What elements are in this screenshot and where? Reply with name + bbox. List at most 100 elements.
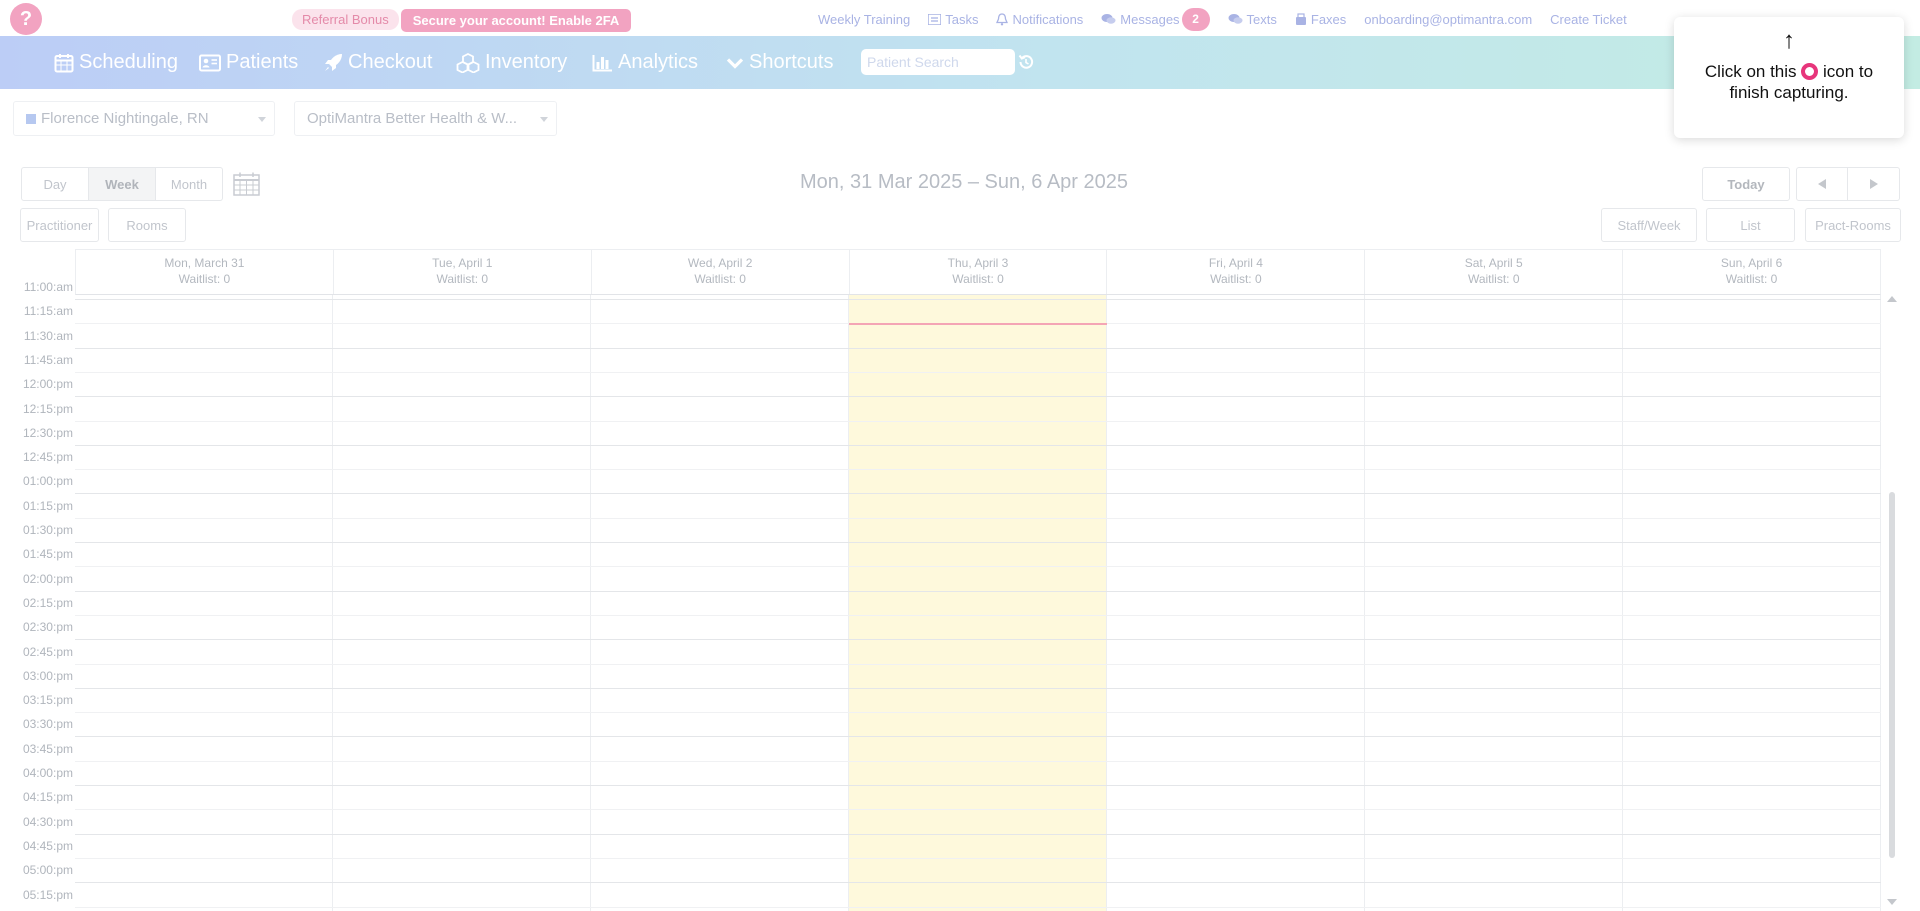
top-strip: ? Referral Bonus Secure your account! En…: [0, 0, 1920, 36]
day-column[interactable]: [591, 295, 849, 911]
account-email-link[interactable]: onboarding@optimantra.com: [1364, 12, 1532, 27]
calendar-grid[interactable]: [75, 295, 1881, 911]
nav-patients[interactable]: Patients: [199, 36, 298, 89]
day-column[interactable]: [333, 295, 591, 911]
scroll-up-icon[interactable]: [1887, 296, 1897, 302]
id-card-icon: [199, 54, 221, 71]
time-slot-line: [75, 347, 1881, 349]
nav-inventory[interactable]: Inventory: [456, 36, 567, 89]
scroll-thumb[interactable]: [1889, 492, 1895, 858]
time-slot-label: 04:15:pm: [22, 790, 73, 805]
time-slot-label: 05:00:pm: [22, 863, 73, 878]
nav-patients-label: Patients: [226, 51, 299, 73]
enable-2fa-button[interactable]: Secure your account! Enable 2FA: [401, 9, 631, 32]
time-slot-line: [75, 760, 1881, 762]
rooms-view-button[interactable]: Rooms: [108, 208, 186, 242]
account-email-label: onboarding@optimantra.com: [1364, 11, 1533, 27]
time-slot-label: 11:00:am: [23, 280, 73, 294]
messages-count-badge: 2: [1181, 7, 1210, 31]
day-header-date: Thu, April 3: [947, 256, 1009, 270]
day-header-date: Sat, April 5: [1464, 256, 1523, 270]
practitioner-select[interactable]: Florence Nightingale, RN: [13, 101, 275, 136]
tasks-link[interactable]: Tasks: [928, 12, 978, 27]
week-view-button[interactable]: Week: [89, 167, 156, 201]
practitioner-color-swatch: [26, 113, 36, 124]
pract-rooms-button[interactable]: Pract-Rooms: [1805, 208, 1901, 242]
time-slot-label: 03:30:pm: [22, 717, 73, 732]
comments-icon: [1228, 14, 1243, 24]
time-slot-line: [75, 444, 1881, 446]
time-slot-label: 04:30:pm: [22, 814, 73, 829]
create-ticket-link[interactable]: Create Ticket: [1550, 12, 1627, 27]
nav-scheduling[interactable]: Scheduling: [54, 36, 178, 89]
calendar-scrollbar[interactable]: [1887, 296, 1897, 911]
time-slot-line: [75, 833, 1881, 835]
calendar-body: 11:00:am 11:15:am 11:30:am 11:45:am 12:00:pm…: [20, 280, 1881, 911]
day-header-date: Wed, April 2: [687, 256, 753, 270]
day-header-date: Mon, March 31: [164, 256, 245, 270]
patient-search-input[interactable]: [861, 49, 1015, 75]
chevron-down-icon: [258, 117, 266, 122]
time-slot-label: 12:30:pm: [22, 425, 73, 440]
cubes-icon: [456, 52, 480, 73]
time-slot-label: 01:00:pm: [22, 474, 73, 489]
day-column[interactable]: [849, 295, 1107, 911]
faxes-link[interactable]: Faxes: [1295, 12, 1346, 27]
day-header-date: Fri, April 4: [1208, 256, 1263, 270]
nav-scheduling-label: Scheduling: [79, 51, 178, 73]
time-slot-line: [75, 590, 1881, 592]
day-header[interactable]: Fri, April 4 Waitlist: 0: [1107, 250, 1366, 294]
time-slot-line: [75, 687, 1881, 689]
day-header-waitlist: Waitlist: 0: [436, 272, 489, 286]
nav-shortcuts[interactable]: Shortcuts: [726, 36, 833, 89]
history-icon[interactable]: [1017, 53, 1035, 71]
day-header[interactable]: Wed, April 2 Waitlist: 0: [592, 250, 850, 294]
time-slot-label: 04:45:pm: [22, 838, 73, 853]
day-view-button[interactable]: Day: [21, 167, 89, 201]
practitioner-view-button[interactable]: Practitioner: [20, 208, 99, 242]
time-slot-label: 02:45:pm: [22, 644, 73, 659]
nav-checkout[interactable]: Checkout: [324, 36, 433, 89]
notifications-link[interactable]: Notifications: [996, 12, 1083, 27]
month-view-button[interactable]: Month: [156, 167, 223, 201]
caret-left-icon: [1818, 179, 1826, 189]
today-button[interactable]: Today: [1702, 167, 1790, 201]
time-slot-line: [75, 785, 1881, 786]
time-slot-line: [75, 469, 1881, 471]
location-select[interactable]: OptiMantra Better Health & W...: [294, 101, 557, 136]
referral-bonus-link[interactable]: Referral Bonus: [292, 9, 399, 30]
calendar-picker-icon[interactable]: [233, 172, 260, 196]
day-header-waitlist: Waitlist: 0: [178, 272, 231, 286]
scroll-down-icon[interactable]: [1887, 899, 1897, 905]
next-week-button[interactable]: [1848, 167, 1900, 201]
time-slot-label: 04:00:pm: [22, 766, 73, 780]
day-column[interactable]: [1365, 295, 1623, 911]
time-slot-line: [75, 396, 1881, 398]
day-header-waitlist: Waitlist: 0: [1725, 272, 1778, 286]
day-column[interactable]: [1107, 295, 1365, 911]
day-header[interactable]: Thu, April 3 Waitlist: 0: [850, 250, 1108, 294]
list-view-button[interactable]: List: [1706, 208, 1795, 242]
texts-link[interactable]: Texts: [1228, 12, 1277, 27]
day-header-date: Tue, April 1: [432, 256, 493, 270]
messages-link[interactable]: Messages 2: [1101, 7, 1210, 31]
weekly-training-link[interactable]: Weekly Training: [818, 12, 910, 27]
date-range-title: Mon, 31 Mar 2025 – Sun, 6 Apr 2025: [800, 171, 1128, 193]
day-header[interactable]: Sun, April 6 Waitlist: 0: [1623, 250, 1880, 294]
time-slot-line: [75, 857, 1881, 859]
time-slot-line: [75, 906, 1881, 908]
prev-week-button[interactable]: [1796, 167, 1848, 201]
nav-analytics[interactable]: Analytics: [592, 36, 698, 89]
staff-week-button[interactable]: Staff/Week: [1601, 208, 1697, 242]
day-header-date: Sun, April 6: [1720, 256, 1783, 270]
help-button[interactable]: ?: [10, 3, 42, 35]
day-column[interactable]: [75, 295, 333, 911]
time-slot-label: 11:30:am: [23, 328, 73, 343]
day-header[interactable]: Tue, April 1 Waitlist: 0: [334, 250, 592, 294]
create-ticket-label: Create Ticket: [1550, 11, 1627, 27]
day-header[interactable]: Mon, March 31 Waitlist: 0: [76, 250, 334, 294]
time-column: 11:00:am 11:15:am 11:30:am 11:45:am 12:00:pm…: [20, 280, 75, 911]
day-header[interactable]: Sat, April 5 Waitlist: 0: [1365, 250, 1624, 294]
time-slot-label: 11:45:am: [23, 352, 73, 367]
day-column[interactable]: [1623, 295, 1881, 911]
